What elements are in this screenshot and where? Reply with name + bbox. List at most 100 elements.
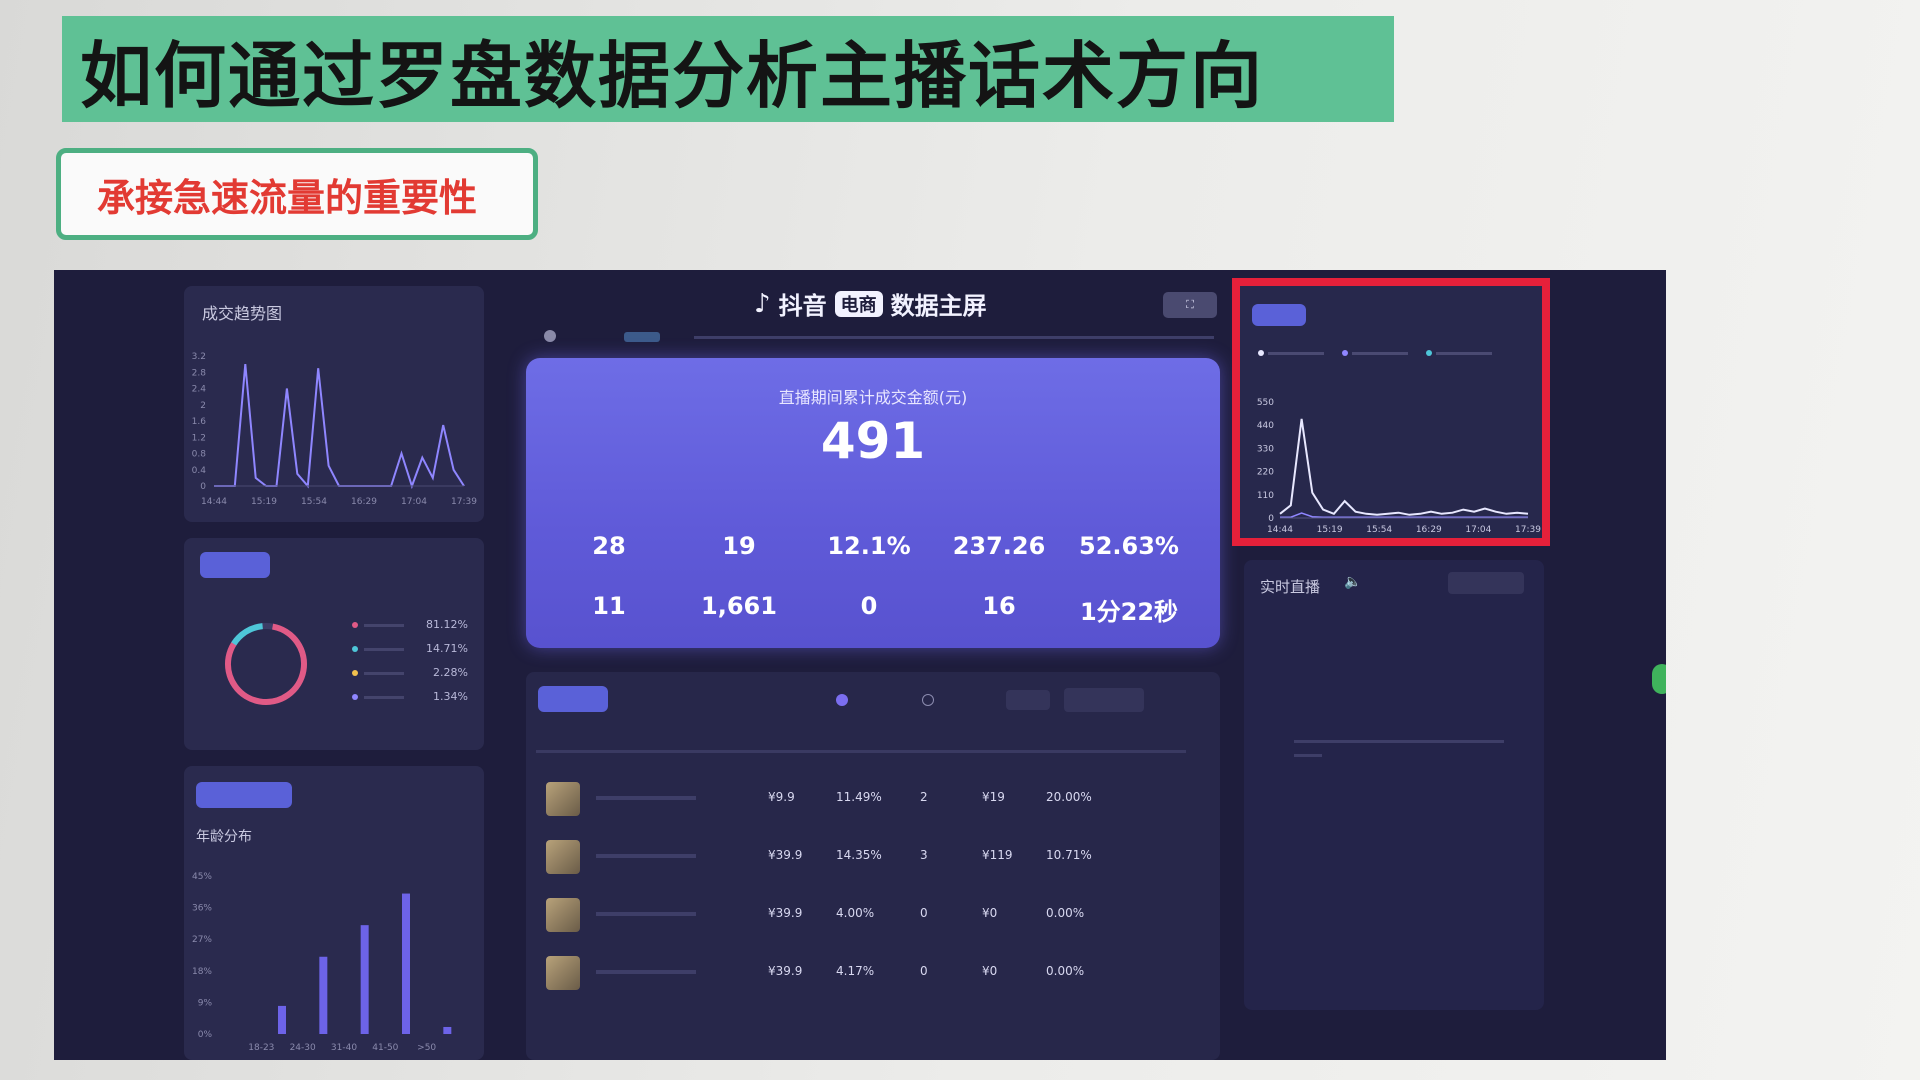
metric-item: 11 bbox=[544, 572, 674, 620]
metric-item: 1,661 bbox=[674, 572, 804, 620]
product-thumbnail bbox=[546, 840, 580, 874]
age-y-tick: 45% bbox=[192, 872, 212, 882]
product-name-blurred bbox=[596, 970, 696, 974]
table-cell: 2 bbox=[920, 790, 928, 804]
metric-label bbox=[1064, 572, 1194, 586]
metric-label bbox=[1064, 512, 1194, 526]
metric-label bbox=[544, 512, 674, 526]
age-bar bbox=[360, 925, 369, 1034]
tab-traffic-source[interactable] bbox=[200, 552, 270, 578]
trend-y-tick: 3.2 bbox=[192, 352, 206, 362]
trend-y-tick: 0.4 bbox=[192, 466, 207, 476]
gmv-label: 直播期间累计成交金额(元) bbox=[778, 388, 968, 407]
fullscreen-button[interactable]: ⛶ bbox=[1163, 292, 1217, 318]
trend-x-tick: 14:44 bbox=[201, 497, 227, 507]
metric-item: 0 bbox=[804, 572, 934, 620]
slide-title: 如何通过罗盘数据分析主播话术方向 bbox=[80, 33, 1265, 118]
trend-x-tick: 17:04 bbox=[401, 497, 427, 507]
host-avatar-icon bbox=[544, 330, 556, 342]
popularity-x-tick: 14:44 bbox=[1267, 525, 1293, 535]
metric-label bbox=[934, 572, 1064, 586]
product-bigscreen-button[interactable] bbox=[1064, 688, 1144, 712]
audience-panel: 年龄分布 45% 36% 27% 18% 9% 0% 18-23 24-30 31-40 41-5… bbox=[184, 766, 484, 1060]
trend-series-line bbox=[214, 364, 465, 490]
brand-tag: 电商 bbox=[834, 290, 883, 317]
trend-y-tick: 1.6 bbox=[192, 417, 207, 427]
source-legend-item: 14.71% bbox=[352, 642, 468, 656]
screen-brand: ♪ 抖音 电商 数据主屏 bbox=[754, 286, 987, 321]
source-percent: 81.12% bbox=[426, 618, 468, 631]
fullscreen-icon: ⛶ bbox=[1186, 298, 1194, 311]
brand-name: 抖音 bbox=[778, 292, 827, 320]
table-cell: 0.00% bbox=[1046, 964, 1085, 978]
product-list-panel: ¥9.9 11.49% 2 ¥19 20.00% ¥39.9 14.35% 3 ¥119 10.7… bbox=[526, 672, 1220, 1060]
table-cell: 10.71% bbox=[1046, 848, 1092, 862]
age-x-tick: >50 bbox=[417, 1043, 436, 1053]
sort-listing-radio[interactable] bbox=[836, 694, 848, 706]
table-cell: ¥119 bbox=[982, 848, 1013, 862]
age-x-tick: 18-23 bbox=[248, 1043, 274, 1053]
source-name-blurred bbox=[364, 672, 404, 675]
tiktok-logo-icon: ♪ bbox=[754, 288, 771, 319]
switch-comments-button[interactable] bbox=[1448, 572, 1524, 594]
metric-value: 52.63% bbox=[1079, 532, 1179, 560]
sort-sales-radio[interactable] bbox=[922, 694, 934, 706]
table-cell: 0.00% bbox=[1046, 906, 1085, 920]
metric-value: 0 bbox=[860, 592, 878, 620]
tab-order-source[interactable] bbox=[276, 552, 336, 578]
metric-item: 12.1% bbox=[804, 512, 934, 560]
metric-item: 1分22秒 bbox=[1064, 572, 1194, 627]
popularity-legend-label-blurred bbox=[1352, 352, 1408, 355]
source-dot-icon bbox=[352, 694, 358, 700]
age-y-tick: 27% bbox=[192, 935, 212, 945]
trend-y-tick: 2.8 bbox=[192, 368, 207, 378]
age-x-tick: 31-40 bbox=[331, 1043, 357, 1053]
age-chart: 45% 36% 27% 18% 9% 0% 18-23 24-30 31-40 41-50 >50 bbox=[192, 872, 452, 1053]
traffic-source-panel: 81.12% 14.71% 2.28% 1.34% bbox=[184, 538, 484, 750]
table-cell: 11.49% bbox=[836, 790, 882, 804]
age-bar bbox=[319, 956, 328, 1034]
table-header-blurred bbox=[536, 750, 1186, 753]
popularity-chart: 550 440 330 220 110 014:44 15:19 15:54 16:29 17:0… bbox=[1257, 350, 1541, 535]
trend-y-tick: 2.4 bbox=[192, 385, 207, 395]
metric-label bbox=[934, 512, 1064, 526]
popularity-x-tick: 15:19 bbox=[1317, 525, 1343, 535]
metric-value: 16 bbox=[982, 592, 1016, 620]
slide-title-bar: 如何通过罗盘数据分析主播话术方向 bbox=[62, 16, 1394, 122]
metric-value: 237.26 bbox=[952, 532, 1046, 560]
trend-y-tick: 0.8 bbox=[192, 450, 207, 460]
source-percent: 1.34% bbox=[433, 690, 468, 703]
source-donut bbox=[225, 623, 307, 705]
tab-product-list[interactable] bbox=[538, 686, 608, 712]
metric-label bbox=[544, 572, 674, 586]
source-legend-item: 81.12% bbox=[352, 618, 468, 632]
age-bar bbox=[443, 1026, 452, 1034]
metric-value: 1分22秒 bbox=[1079, 598, 1179, 626]
product-name-blurred bbox=[596, 912, 696, 916]
metric-value: 19 bbox=[722, 532, 756, 560]
slide-subtitle: 承接急速流量的重要性 bbox=[97, 175, 478, 220]
product-name-blurred bbox=[596, 796, 696, 800]
table-cell: 14.35% bbox=[836, 848, 882, 862]
age-x-tick: 24-30 bbox=[290, 1043, 316, 1053]
dashboard-screenshot: 成交趋势图 3.2 2.8 2.4 2 1.6 1.2 0.8 0.4 0 14:44 15:19 1… bbox=[54, 270, 1666, 1060]
side-widget-handle[interactable] bbox=[1652, 664, 1666, 694]
room-info-blurred bbox=[694, 336, 1214, 339]
trend-y-tick: 1.2 bbox=[192, 433, 206, 443]
source-dot-icon bbox=[352, 670, 358, 676]
table-cell: ¥39.9 bbox=[768, 906, 803, 920]
gmv-value: 491 bbox=[820, 412, 926, 470]
metric-label bbox=[674, 512, 804, 526]
source-name-blurred bbox=[364, 696, 404, 699]
age-y-tick: 18% bbox=[192, 967, 212, 977]
slide-subtitle-box: 承接急速流量的重要性 bbox=[56, 148, 538, 240]
popularity-x-tick: 17:04 bbox=[1465, 525, 1491, 535]
config-button[interactable] bbox=[1006, 690, 1050, 710]
age-y-tick: 36% bbox=[192, 904, 212, 914]
table-row: ¥9.9 11.49% 2 ¥19 20.00% bbox=[536, 772, 1206, 826]
source-dot-icon bbox=[352, 646, 358, 652]
popularity-series-line bbox=[1279, 418, 1529, 516]
table-cell: ¥39.9 bbox=[768, 848, 803, 862]
table-cell: ¥39.9 bbox=[768, 964, 803, 978]
metric-item: 237.26 bbox=[934, 512, 1064, 560]
